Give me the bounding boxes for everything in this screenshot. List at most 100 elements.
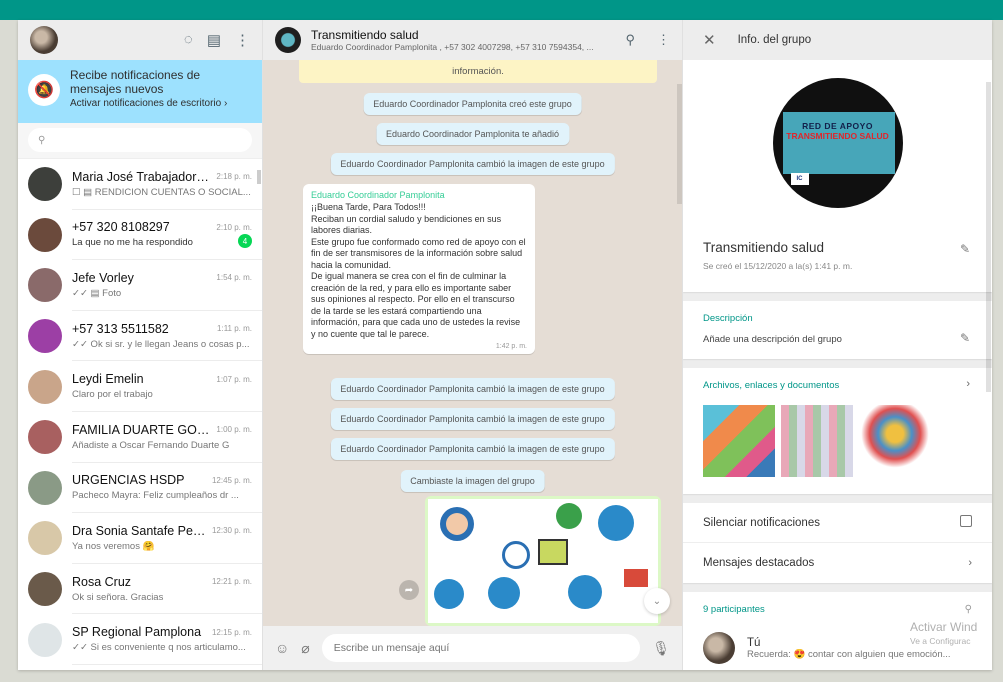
search-icon: ⚲ [38, 134, 46, 146]
media-thumbnail[interactable] [703, 405, 775, 477]
attach-icon[interactable]: ⌀ [301, 640, 309, 657]
search-icon[interactable]: ⚲ [965, 604, 972, 615]
chat-list-item[interactable]: +57 313 5511582 1:11 p. m. ✓✓ Ok si sr. y … [18, 311, 262, 362]
chat-list: Maria José Trabajadora... 2:18 p. m. ☐ ▤ R… [18, 159, 262, 670]
starred-messages-row[interactable]: Mensajes destacados › [683, 543, 992, 583]
system-message: Eduardo Coordinador Pamplonita te añadió [375, 123, 570, 145]
chat-preview: Claro por el trabajo [72, 389, 153, 401]
infographic-shape [502, 541, 530, 569]
group-picture-badge: IC [790, 173, 809, 185]
status-icon[interactable]: ◌ [184, 31, 193, 49]
menu-icon[interactable]: ⋮ [235, 31, 250, 49]
top-band [0, 0, 1003, 20]
image-message[interactable] [425, 496, 661, 626]
sidebar: ◌ ▤ ⋮ 🔕 Recibe notificaciones de mensaje… [18, 20, 263, 670]
watermark-line-2: Ve a Configurac [910, 636, 971, 646]
chat-list-item[interactable]: URGENCIAS HSDP 12:45 p. m. Pacheco Mayra: … [18, 463, 262, 514]
description-placeholder[interactable]: Añade una descripción del grupo [703, 334, 972, 345]
media-thumbnail[interactable] [781, 405, 853, 477]
chat-list-item[interactable]: SP Regional Pamplona 12:15 p. m. ✓✓ Si es … [18, 614, 262, 665]
chat-list-item[interactable]: +57 320 8108297 2:10 p. m. La que no me ha… [18, 210, 262, 261]
chat-preview: ✓✓ Si es conveniente q nos articulamo... [72, 642, 246, 654]
search-box[interactable]: ⚲ [28, 128, 252, 152]
chat-preview: Añadiste a Oscar Fernando Duarte G [72, 439, 230, 451]
sidebar-header: ◌ ▤ ⋮ [18, 20, 262, 60]
chat-preview: La que no me ha respondido [72, 237, 193, 249]
group-picture-text-2: TRANSMITIENDO SALUD [786, 131, 889, 141]
menu-icon[interactable]: ⋮ [657, 32, 670, 48]
chat-list-item[interactable]: Jefe Vorley 1:54 p. m. ✓✓ ▤ Foto [18, 260, 262, 311]
infographic-shape [624, 569, 648, 587]
mute-notifications-row[interactable]: Silenciar notificaciones [683, 503, 992, 543]
chat-name: Rosa Cruz [72, 574, 132, 589]
group-info-header: ✕ Info. del grupo [683, 20, 992, 60]
system-message: Eduardo Coordinador Pamplonita cambió la… [330, 408, 615, 430]
new-chat-icon[interactable]: ▤ [207, 31, 221, 49]
system-message: Eduardo Coordinador Pamplonita cambió la… [330, 153, 615, 175]
group-picture[interactable]: RED DE APOYO TRANSMITIENDO SALUD IC [772, 78, 903, 208]
search-input[interactable] [55, 134, 236, 146]
contact-avatar [28, 167, 62, 202]
infographic-shape [538, 539, 568, 565]
chat-time: 1:54 p. m. [216, 273, 252, 283]
chat-list-item[interactable]: Dra Sonia Santafe Ped... 12:30 p. m. Ya no… [18, 513, 262, 564]
chat-time: 12:15 p. m. [211, 627, 252, 637]
chat-name: +57 320 8108297 [72, 220, 170, 235]
close-icon[interactable]: ✕ [703, 31, 716, 49]
notification-banner[interactable]: 🔕 Recibe notificaciones de mensajes nuev… [18, 60, 262, 123]
contact-avatar [28, 420, 62, 455]
chat-name: FAMILIA DUARTE GONZ... [72, 422, 213, 437]
options-card: Silenciar notificaciones Mensajes destac… [683, 503, 992, 583]
forward-icon[interactable]: ➦ [399, 580, 419, 600]
messages-scrollbar[interactable] [677, 84, 682, 204]
chat-list-item[interactable]: Leydi Emelin 1:07 p. m. Claro por el traba… [18, 361, 262, 412]
emoji-icon[interactable]: ☺ [275, 640, 289, 656]
chat-list-item[interactable]: FAMILIA DUARTE GONZ... 1:00 p. m. Añadiste… [18, 412, 262, 463]
conversation-header[interactable]: Transmitiendo salud Eduardo Coordinador … [263, 20, 682, 60]
chat-list-item[interactable]: Rosa Cruz 12:21 p. m. Ok si señora. Gracia… [18, 564, 262, 615]
health-infographic-image[interactable] [428, 499, 658, 623]
chat-time: 12:30 p. m. [211, 526, 252, 536]
bell-off-icon: 🔕 [28, 74, 60, 106]
group-info-title: Info. del grupo [737, 34, 812, 46]
contact-avatar [28, 369, 62, 404]
chat-list-item[interactable]: Maria José Trabajadora... 2:18 p. m. ☐ ▤ R… [18, 159, 262, 210]
system-message: Cambiaste la imagen del grupo [400, 470, 545, 492]
edit-name-pencil-icon[interactable]: ✎ [960, 242, 970, 256]
chat-name: SP Regional Pamplona [72, 625, 202, 640]
composer: ☺ ⌀ 🎙 [263, 626, 682, 670]
my-avatar[interactable] [30, 26, 58, 54]
contact-avatar [28, 268, 62, 303]
system-message: Eduardo Coordinador Pamplonita cambió la… [330, 378, 615, 400]
media-thumbnail[interactable] [859, 405, 931, 477]
chat-list-scrollbar[interactable] [257, 170, 261, 184]
search-icon[interactable]: ⚲ [625, 32, 635, 48]
scroll-down-button[interactable]: ⌄ [644, 588, 670, 614]
media-label[interactable]: Archivos, enlaces y documentos [703, 380, 972, 391]
mute-notifications-label: Silenciar notificaciones [703, 516, 820, 529]
chevron-right-icon[interactable]: › [966, 378, 970, 390]
search-bar: ⚲ [18, 123, 262, 159]
conversation-pane: Transmitiendo salud Eduardo Coordinador … [263, 20, 683, 670]
chat-name: Dra Sonia Santafe Ped... [72, 523, 208, 538]
infographic-shape [488, 577, 520, 609]
message-author[interactable]: Eduardo Coordinador Pamplonita [311, 190, 527, 200]
encryption-banner[interactable]: información. [299, 60, 657, 83]
group-avatar[interactable] [275, 27, 301, 53]
description-card: Descripción Añade una descripción del gr… [683, 301, 992, 359]
mute-checkbox[interactable] [960, 515, 972, 527]
conversation-members: Eduardo Coordinador Pamplonita , +57 302… [311, 42, 594, 52]
starred-messages-label: Mensajes destacados [703, 557, 815, 569]
chat-time: 2:18 p. m. [216, 172, 252, 182]
chat-time: 1:11 p. m. [217, 324, 252, 334]
notification-title: Recibe notificaciones de mensajes nuevos [70, 68, 201, 96]
incoming-message[interactable]: Eduardo Coordinador Pamplonita ¡¡Buena T… [303, 184, 535, 354]
message-input[interactable] [321, 634, 641, 662]
group-picture-text-1: RED DE APOYO [802, 121, 873, 131]
microphone-icon[interactable]: 🎙 [652, 640, 670, 657]
edit-description-pencil-icon[interactable]: ✎ [960, 331, 970, 345]
contact-avatar [28, 622, 62, 657]
notification-action-link[interactable]: Activar notificaciones de escritorio › [70, 98, 252, 109]
group-info-scrollbar[interactable] [986, 82, 991, 392]
chat-name: +57 313 5511582 [72, 321, 169, 336]
